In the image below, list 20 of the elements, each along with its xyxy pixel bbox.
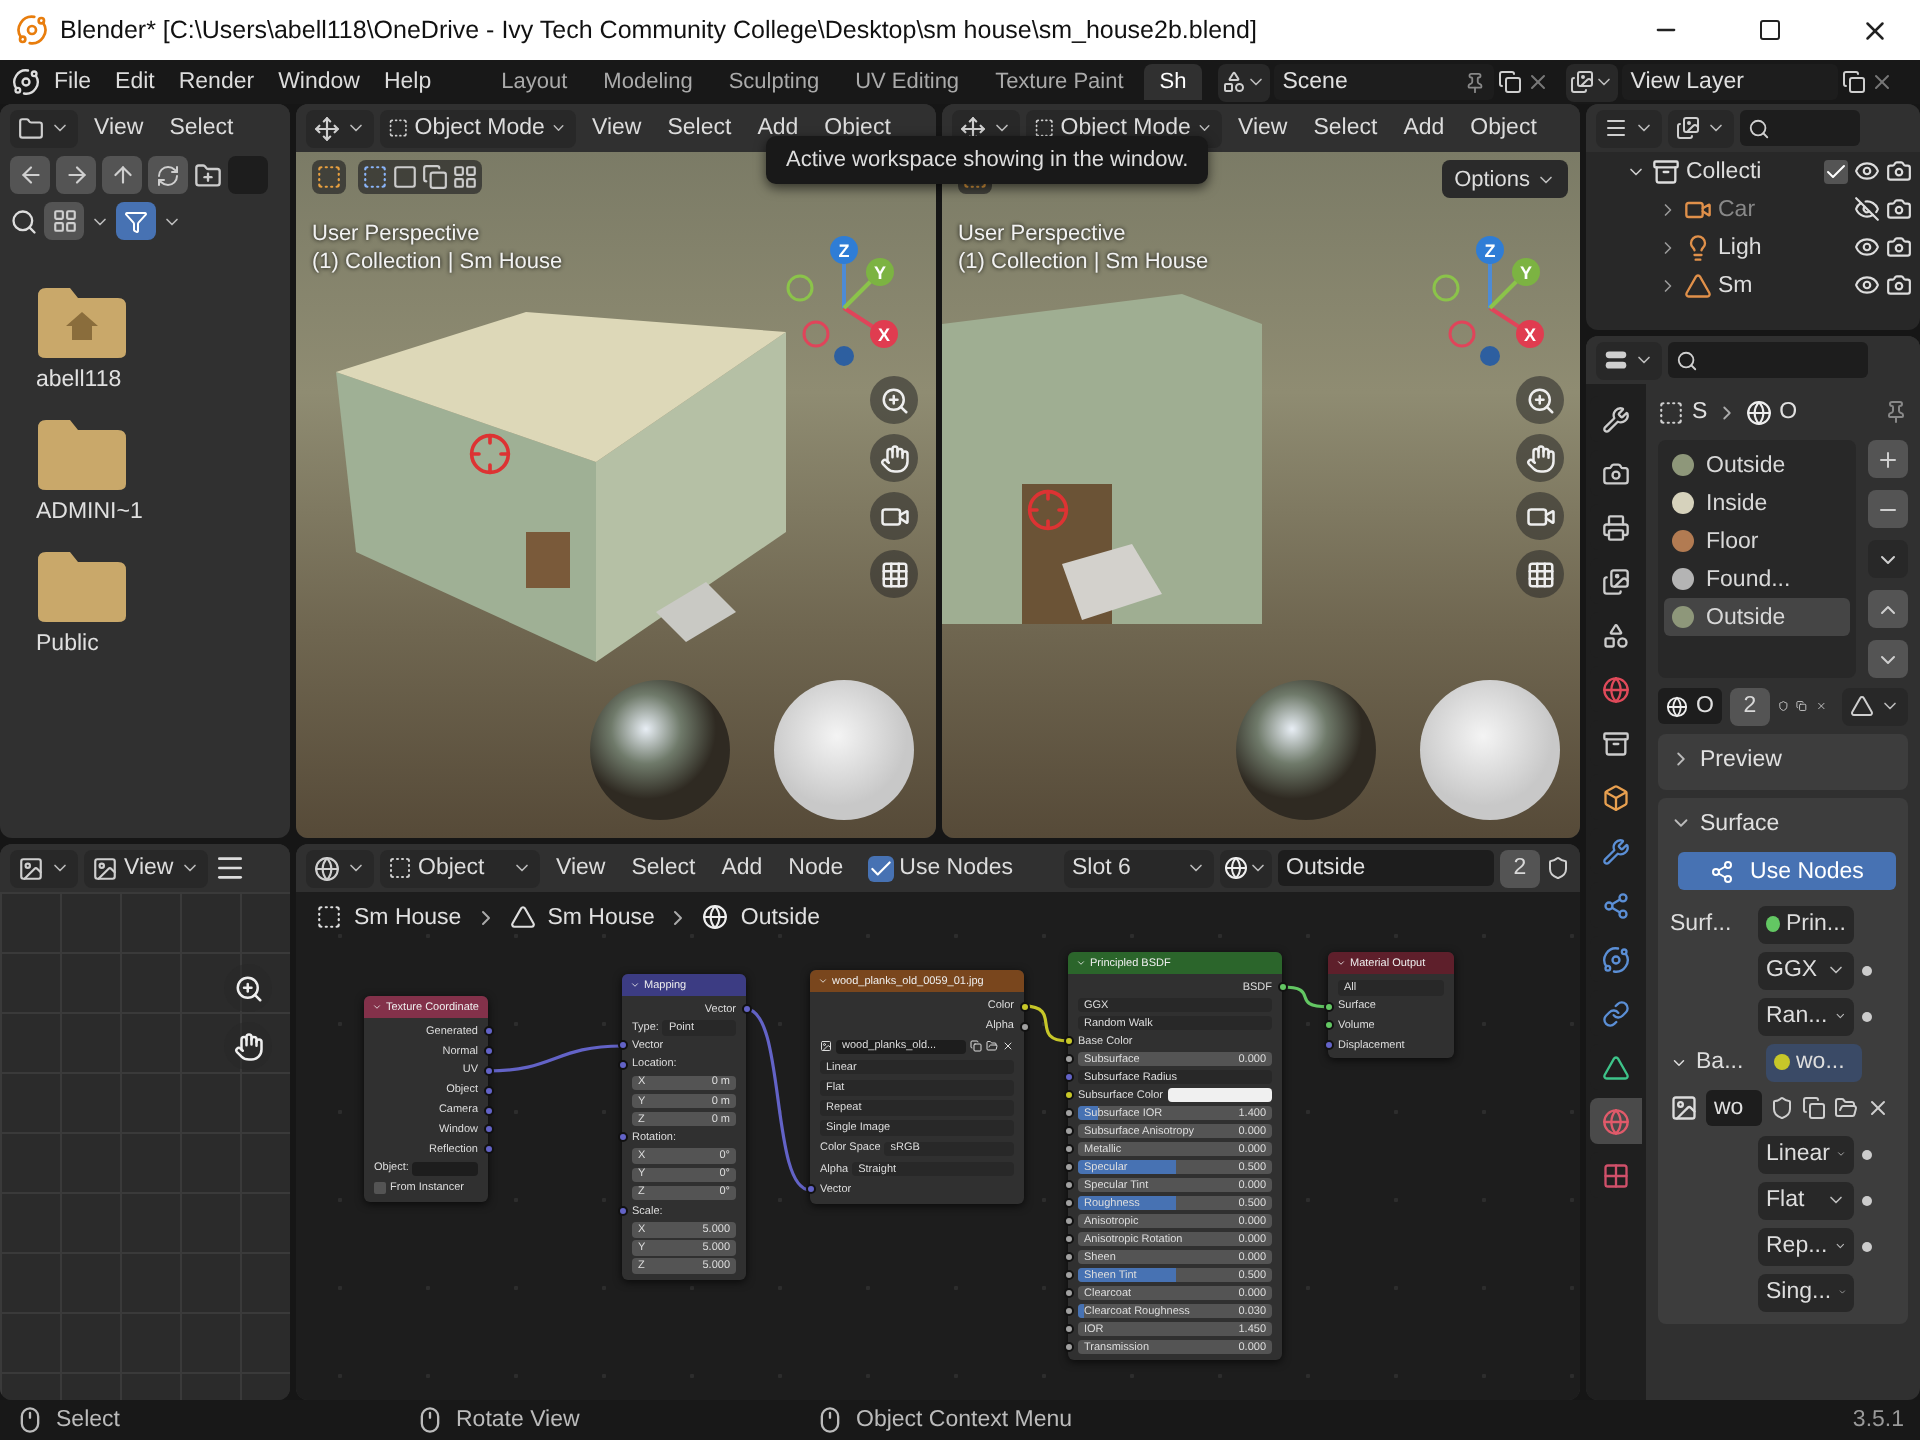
checkbox-label: Use Nodes	[899, 854, 1016, 882]
field-label: Surf...	[1670, 912, 1734, 936]
slot-name: Found...	[1706, 567, 1791, 591]
breadcrumb-item: S	[1692, 400, 1708, 424]
slot-name: Outside	[1706, 605, 1786, 629]
slot-name: Floor	[1706, 529, 1759, 553]
slot-name: Outside	[1706, 453, 1786, 477]
version-label: 3.5.1	[1852, 1408, 1904, 1432]
status-hint: Object Context Menu	[856, 1408, 1073, 1432]
context-label: (1) Collection | Sm House	[312, 250, 563, 274]
context-label: (1) Collection | Sm House	[958, 250, 1209, 274]
slot-name: Inside	[1706, 491, 1768, 515]
window-title: Blender* [C:\Users\abell118\OneDrive - Ivy Tech Community College\Desktop\sm house\sm_house2b.blend]	[60, 16, 1259, 44]
status-hint: Select	[56, 1408, 120, 1432]
status-hint: Rotate View	[456, 1408, 580, 1432]
view-name: User Perspective	[312, 222, 482, 246]
view-name: User Perspective	[958, 222, 1128, 246]
tooltip: Active workspace showing in the window.	[766, 136, 1209, 184]
breadcrumb-item: O	[1779, 400, 1798, 424]
field-label: Ba...	[1696, 1050, 1746, 1074]
